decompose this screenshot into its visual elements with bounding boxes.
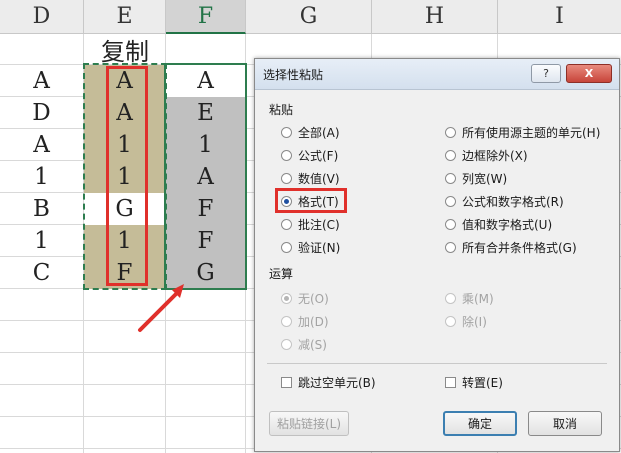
highlight-box [106,66,148,286]
option-label: 值和数字格式(U) [462,217,553,232]
paste-option-formulas[interactable]: 公式(F) [281,146,338,164]
radio-icon [281,315,292,327]
cancel-button[interactable]: 取消 [528,411,602,436]
option-label: 公式(F) [298,148,339,163]
ok-button[interactable]: 确定 [443,411,517,436]
option-label: 所有使用源主题的单元(H) [462,125,601,140]
cell-d6[interactable]: D [0,97,83,129]
radio-icon [445,292,456,304]
column-header-g[interactable]: G [246,0,372,34]
arrow-icon [138,284,184,332]
operation-option-divide[interactable]: 除(I) [445,312,487,330]
cell-d11[interactable]: C [0,257,83,289]
checkbox-icon [445,376,456,388]
option-label: 数值(V) [298,171,340,186]
option-label: 验证(N) [298,240,341,255]
divider [267,363,607,364]
selection-border [164,63,247,290]
dialog-titlebar[interactable]: 选择性粘贴 ? X [255,59,619,90]
paste-special-dialog: 选择性粘贴 ? X 粘贴 全部(A) 公式(F) 数值(V) 格式(T) 批注(… [254,58,620,452]
help-button[interactable]: ? [531,64,561,83]
option-label: 乘(M) [462,291,494,306]
option-label: 列宽(W) [462,171,508,186]
checkbox-label: 转置(E) [462,375,503,390]
cell-d8[interactable]: 1 [0,161,83,193]
option-label: 批注(C) [298,217,340,232]
paste-option-values[interactable]: 数值(V) [281,169,340,187]
cell-d9[interactable]: B [0,193,83,225]
operation-option-multiply[interactable]: 乘(M) [445,289,494,307]
paste-option-comments[interactable]: 批注(C) [281,215,340,233]
transpose-checkbox[interactable]: 转置(E) [445,373,503,391]
column-header-h[interactable]: H [372,0,498,34]
column-header-i[interactable]: I [498,0,621,34]
radio-icon [445,149,456,161]
copy-label: 复制 [101,37,149,66]
column-header-f[interactable]: F [166,0,246,34]
formats-highlight-box [275,188,347,213]
cell-d10[interactable]: 1 [0,225,83,257]
option-label: 除(I) [462,314,487,329]
paste-option-no-borders[interactable]: 边框除外(X) [445,146,528,164]
paste-option-column-widths[interactable]: 列宽(W) [445,169,507,187]
radio-icon [445,126,456,138]
operation-option-none[interactable]: 无(O) [281,289,329,307]
paste-option-formulas-number-formats[interactable]: 公式和数字格式(R) [445,192,564,210]
paste-option-values-number-formats[interactable]: 值和数字格式(U) [445,215,552,233]
radio-icon [445,195,456,207]
paste-option-merge-conditional[interactable]: 所有合并条件格式(G) [445,238,577,256]
option-label: 公式和数字格式(R) [462,194,564,209]
cell-d5[interactable]: A [0,65,83,97]
radio-selected-icon [281,292,292,304]
radio-icon [281,338,292,350]
option-label: 无(O) [298,291,329,306]
radio-icon [445,241,456,253]
radio-icon [445,315,456,327]
option-label: 边框除外(X) [462,148,528,163]
radio-icon [281,218,292,230]
close-button[interactable]: X [566,64,612,83]
radio-icon [445,218,456,230]
dialog-title: 选择性粘贴 [263,68,324,82]
radio-icon [281,241,292,253]
checkbox-icon [281,376,292,388]
column-header-e[interactable]: E [84,0,166,34]
paste-link-button[interactable]: 粘贴链接(L) [269,411,349,436]
operation-option-add[interactable]: 加(D) [281,312,329,330]
operation-option-subtract[interactable]: 减(S) [281,335,327,353]
option-label: 减(S) [298,337,327,352]
paste-option-validation[interactable]: 验证(N) [281,238,340,256]
option-label: 全部(A) [298,125,340,140]
option-label: 加(D) [298,314,329,329]
option-label: 所有合并条件格式(G) [462,240,577,255]
column-header-d[interactable]: D [0,0,84,34]
cell-d7[interactable]: A [0,129,83,161]
operation-section-label: 运算 [269,267,294,281]
radio-icon [445,172,456,184]
checkbox-label: 跳过空单元(B) [298,375,376,390]
radio-icon [281,172,292,184]
paste-option-source-theme[interactable]: 所有使用源主题的单元(H) [445,123,600,141]
radio-icon [281,126,292,138]
paste-section-label: 粘贴 [269,103,294,117]
paste-option-all[interactable]: 全部(A) [281,123,340,141]
radio-icon [281,149,292,161]
skip-blanks-checkbox[interactable]: 跳过空单元(B) [281,373,376,391]
